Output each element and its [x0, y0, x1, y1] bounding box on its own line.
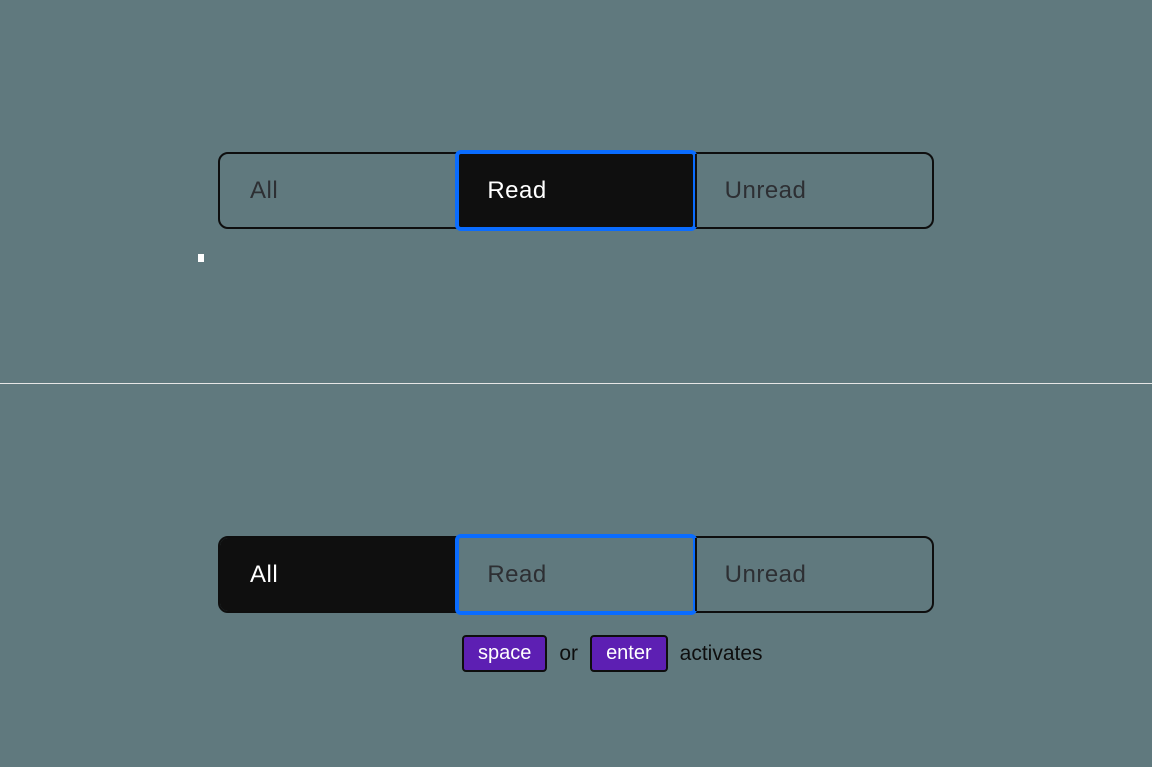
- example-focus-matches-selection: All Read Unread: [0, 0, 1152, 383]
- key-space: space: [462, 635, 547, 672]
- content-switcher: All Read Unread: [218, 152, 934, 229]
- example-focus-differs-from-selection: All Read Unread space or enter activates: [0, 384, 1152, 767]
- content-switcher-tab-all[interactable]: All: [220, 154, 457, 227]
- keyboard-hint: space or enter activates: [218, 635, 934, 672]
- hint-or: or: [559, 642, 578, 666]
- content-switcher-tab-unread[interactable]: Unread: [695, 154, 932, 227]
- content-switcher-tab-unread[interactable]: Unread: [695, 538, 932, 611]
- content-switcher: All Read Unread: [218, 536, 934, 613]
- content-switcher-tab-all[interactable]: All: [220, 538, 457, 611]
- key-enter: enter: [590, 635, 668, 672]
- content-switcher-tab-read[interactable]: Read: [457, 538, 694, 611]
- content-switcher-tab-read[interactable]: Read: [457, 154, 694, 227]
- cursor-caret-icon: [198, 254, 204, 262]
- hint-activates: activates: [680, 642, 763, 666]
